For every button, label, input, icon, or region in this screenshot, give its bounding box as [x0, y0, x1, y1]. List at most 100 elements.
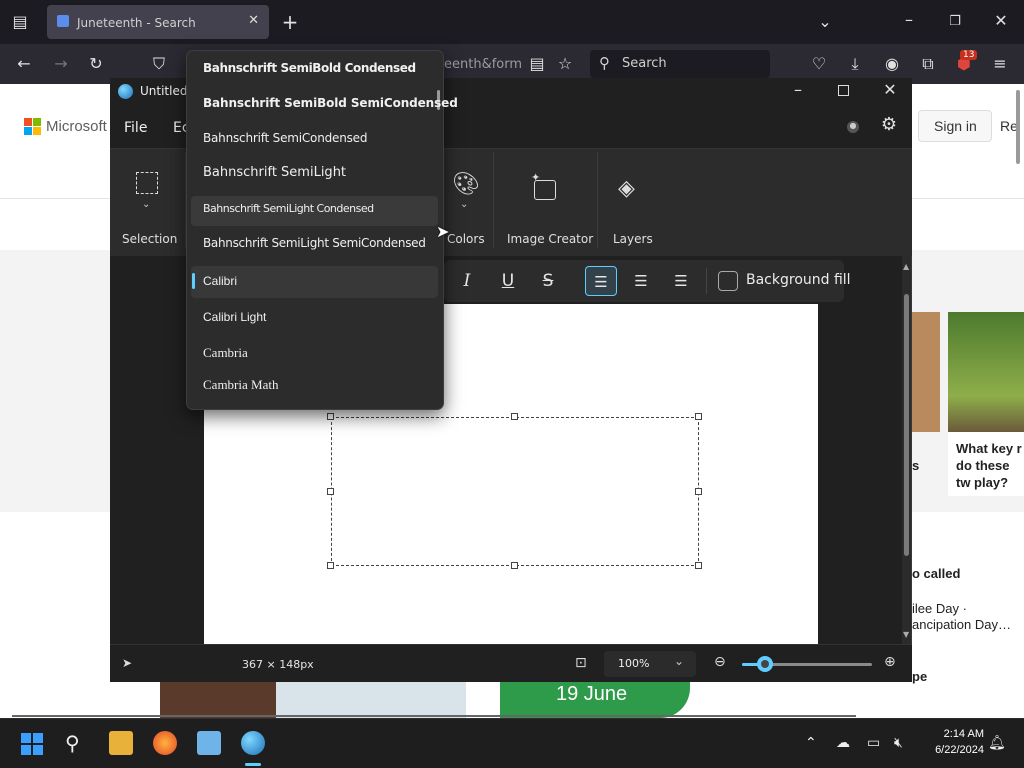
font-item[interactable]: Calibri Light: [203, 310, 266, 324]
browser-search-field[interactable]: ⚲ Search: [590, 50, 770, 78]
tab-list-icon[interactable]: ▤: [9, 12, 31, 32]
resize-handle[interactable]: [511, 562, 518, 569]
align-center-icon[interactable]: ☰: [625, 266, 657, 296]
shield-icon[interactable]: ⛉: [148, 54, 170, 74]
clock-time[interactable]: 2:14 AM: [922, 728, 984, 740]
show-hidden-icons-icon[interactable]: ⌃: [805, 735, 817, 751]
close-browser-icon[interactable]: ✕: [990, 11, 1012, 31]
settings-gear-icon[interactable]: ⚙: [878, 115, 900, 135]
firefox-icon[interactable]: [153, 731, 177, 755]
strikethrough-icon[interactable]: S: [532, 266, 564, 296]
new-tab-icon[interactable]: +: [279, 12, 301, 32]
webpage-scrollbar[interactable]: [1016, 90, 1020, 164]
pocket-icon[interactable]: ♡: [808, 54, 830, 74]
format-divider: [706, 268, 707, 294]
file-explorer-icon[interactable]: [109, 731, 133, 755]
resize-handle[interactable]: [511, 413, 518, 420]
webpage-hscroll[interactable]: [12, 715, 856, 717]
paint-maximize-icon[interactable]: [838, 85, 849, 96]
notification-bell-icon[interactable]: 🔔︎: [988, 735, 1006, 751]
pointer-icon: ➤: [122, 656, 133, 670]
news-card-image[interactable]: [912, 312, 940, 432]
downloads-icon[interactable]: ⤓: [844, 54, 866, 74]
account-avatar-icon[interactable]: ●: [847, 121, 859, 133]
volume-muted-icon[interactable]: 🔇︎: [894, 735, 903, 751]
photo-image[interactable]: [276, 682, 466, 718]
resize-handle[interactable]: [695, 488, 702, 495]
snipping-tool-icon[interactable]: [197, 731, 221, 755]
tab-title: Juneteenth - Search: [77, 16, 196, 30]
canvas-vscroll-thumb[interactable]: [904, 294, 909, 556]
bookmark-star-icon[interactable]: ☆: [554, 54, 576, 74]
browser-tab[interactable]: Juneteenth - Search ✕: [47, 5, 269, 39]
font-item[interactable]: Bahnschrift SemiBold Condensed: [203, 61, 416, 75]
font-item[interactable]: Cambria: [203, 345, 248, 361]
forward-icon[interactable]: →: [50, 54, 72, 74]
scroll-down-icon[interactable]: ▼: [903, 630, 909, 639]
selection-chevron-icon[interactable]: ⌄: [142, 199, 150, 210]
taskbar-search-icon[interactable]: ⚲: [65, 731, 80, 755]
sign-in-button[interactable]: Sign in: [918, 110, 992, 142]
text-box-selection[interactable]: [331, 417, 699, 566]
extensions-icon[interactable]: ⧉: [917, 54, 939, 74]
clock-date[interactable]: 6/22/2024: [922, 744, 984, 756]
resize-handle[interactable]: [327, 562, 334, 569]
colors-chevron-icon[interactable]: ⌄: [460, 199, 468, 210]
align-left-icon[interactable]: ☰: [585, 266, 617, 296]
network-icon[interactable]: ▭: [867, 735, 880, 751]
onedrive-icon[interactable]: ☁: [836, 735, 850, 751]
zoom-chevron-icon: ⌄: [674, 654, 685, 668]
account-icon[interactable]: ◉: [881, 54, 903, 74]
resize-handle[interactable]: [695, 413, 702, 420]
layers-label: Layers: [613, 232, 653, 246]
menu-icon[interactable]: ≡: [989, 54, 1011, 74]
tab-close-icon[interactable]: ✕: [248, 13, 259, 28]
font-item-selected[interactable]: Calibri: [203, 274, 237, 288]
scroll-up-icon[interactable]: ▲: [903, 262, 909, 271]
reload-icon[interactable]: ↻: [85, 54, 107, 74]
background-fill-checkbox[interactable]: [718, 271, 738, 291]
quiz-card[interactable]: What key r do these tw play?: [948, 312, 1024, 496]
fit-to-window-icon[interactable]: ⊡: [575, 655, 587, 671]
hummingbird-image: [948, 312, 1024, 432]
windows-start-icon[interactable]: [21, 733, 43, 755]
resize-handle[interactable]: [327, 413, 334, 420]
back-icon[interactable]: ←: [13, 54, 35, 74]
resize-handle[interactable]: [327, 488, 334, 495]
minimize-browser-icon[interactable]: –: [898, 10, 920, 30]
paint-taskbar-icon[interactable]: [241, 731, 265, 755]
selection-icon[interactable]: [136, 172, 158, 194]
tab-favicon-icon: [57, 15, 69, 27]
list-all-tabs-icon[interactable]: ⌄: [814, 12, 836, 32]
restore-browser-icon[interactable]: ❐: [944, 12, 966, 32]
background-fill-label: Background fill: [746, 272, 851, 288]
font-item[interactable]: Bahnschrift SemiBold SemiCondensed: [203, 96, 458, 110]
toolbar-divider: [493, 152, 494, 248]
font-item[interactable]: Bahnschrift SemiCondensed: [203, 131, 367, 145]
zoom-dropdown[interactable]: 100% ⌄: [604, 651, 696, 677]
search-icon: ⚲: [599, 54, 610, 72]
reader-view-icon[interactable]: ▤: [526, 54, 548, 74]
image-creator-icon[interactable]: ✦: [531, 171, 556, 200]
font-item[interactable]: Bahnschrift SemiLight SemiCondensed: [203, 236, 426, 250]
font-item[interactable]: Bahnschrift SemiLight Condensed: [203, 202, 374, 215]
also-called-heading: o called: [912, 566, 961, 581]
layers-icon[interactable]: ◈: [618, 176, 635, 201]
zoom-out-icon[interactable]: ⊖: [714, 654, 726, 670]
font-item[interactable]: Cambria Math: [203, 377, 278, 393]
align-right-icon[interactable]: ☰: [665, 266, 697, 296]
juneteenth-image[interactable]: [160, 682, 276, 718]
resize-handle[interactable]: [695, 562, 702, 569]
file-menu[interactable]: File: [124, 120, 147, 136]
colors-label: Colors: [447, 232, 485, 246]
font-item[interactable]: Bahnschrift SemiLight: [203, 165, 346, 180]
italic-icon[interactable]: I: [451, 266, 483, 296]
palette-icon[interactable]: 🎨︎: [452, 172, 480, 197]
paint-close-icon[interactable]: ✕: [879, 80, 901, 100]
zoom-slider-thumb[interactable]: [757, 656, 773, 672]
paint-app-icon: [118, 84, 133, 99]
zoom-in-icon[interactable]: ⊕: [884, 654, 896, 670]
paint-minimize-icon[interactable]: –: [787, 80, 809, 100]
url-text[interactable]: eenth&form: [444, 57, 522, 72]
underline-icon[interactable]: U: [492, 266, 524, 296]
